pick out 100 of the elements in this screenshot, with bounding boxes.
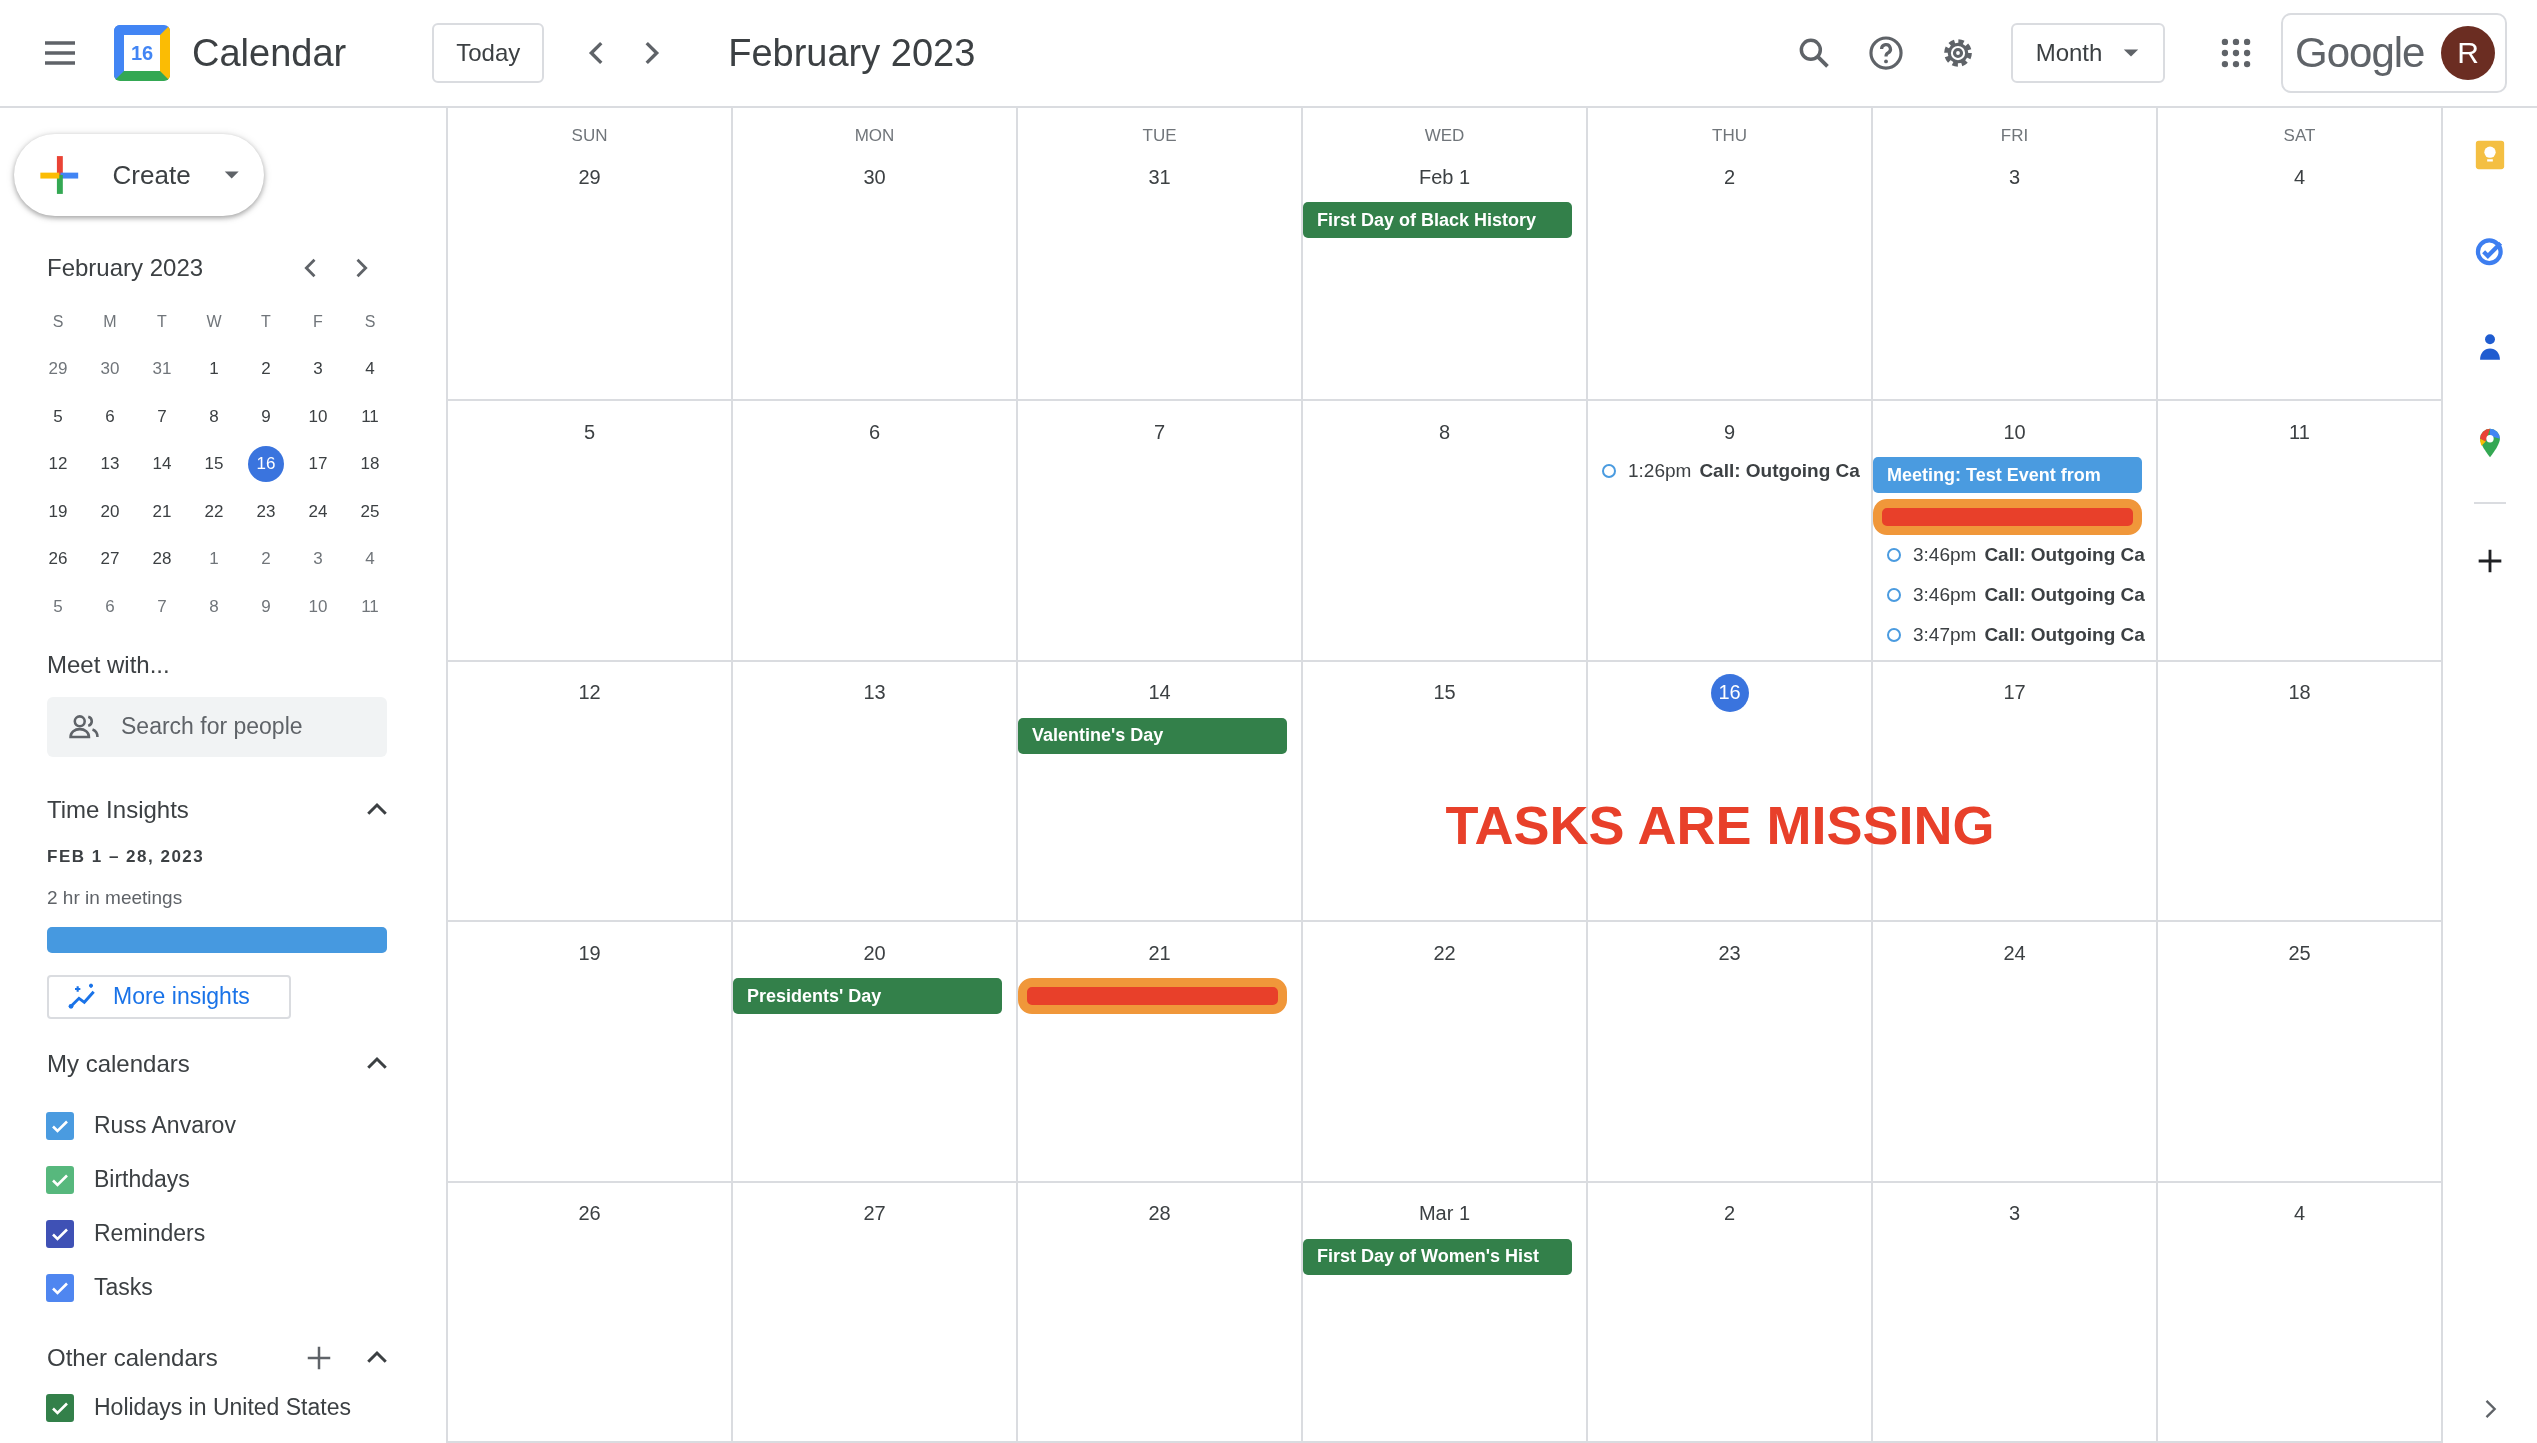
day-number[interactable]: 13 bbox=[855, 673, 894, 712]
event-chip[interactable]: First Day of Black History bbox=[1303, 202, 1572, 238]
day-number[interactable]: 15 bbox=[1425, 673, 1464, 712]
mini-calendar-day[interactable]: 7 bbox=[144, 398, 180, 435]
mini-calendar-day[interactable]: 27 bbox=[92, 541, 128, 578]
event-time[interactable]: 3:47pm bbox=[1913, 624, 1977, 646]
event-chip[interactable]: First Day of Women's Hist bbox=[1303, 1238, 1572, 1275]
calendar-checkbox[interactable] bbox=[46, 1273, 74, 1302]
mini-calendar-day[interactable]: 7 bbox=[144, 588, 180, 625]
account-avatar[interactable]: R bbox=[2441, 26, 2495, 80]
mini-calendar-day[interactable]: 11 bbox=[352, 398, 388, 435]
day-number[interactable]: 14 bbox=[1140, 673, 1179, 712]
mini-calendar-day[interactable]: 3 bbox=[300, 351, 336, 388]
view-dropdown[interactable]: Month bbox=[2011, 23, 2165, 83]
event-title[interactable]: Call: Outgoing Ca bbox=[1984, 544, 2145, 566]
mini-calendar-day[interactable]: 17 bbox=[300, 446, 336, 483]
day-number[interactable]: 25 bbox=[2280, 934, 2319, 972]
people-search-field[interactable]: Search for people bbox=[47, 696, 387, 757]
event-time[interactable]: 1:26pm bbox=[1628, 460, 1692, 482]
day-number[interactable]: 11 bbox=[2280, 413, 2319, 451]
calendar-checkbox[interactable] bbox=[46, 1393, 74, 1422]
event-chip[interactable]: Valentine's Day bbox=[1018, 717, 1287, 754]
mini-calendar-day[interactable]: 11 bbox=[352, 588, 388, 625]
day-number[interactable]: 24 bbox=[1995, 934, 2034, 972]
day-number[interactable]: 27 bbox=[855, 1194, 894, 1233]
day-number[interactable]: 2 bbox=[1710, 1194, 1749, 1233]
mini-calendar-day[interactable]: 18 bbox=[352, 446, 388, 483]
mini-calendar-day[interactable]: 1 bbox=[196, 351, 232, 388]
mini-calendar-day[interactable]: 15 bbox=[196, 446, 232, 483]
mini-calendar-day[interactable]: 20 bbox=[92, 493, 128, 530]
mini-calendar-day[interactable]: 25 bbox=[352, 493, 388, 530]
event-time[interactable]: 3:46pm bbox=[1913, 544, 1977, 566]
mini-calendar-day[interactable]: 2 bbox=[248, 351, 284, 388]
calendar-checkbox[interactable] bbox=[46, 1219, 74, 1248]
mini-calendar-day[interactable]: 6 bbox=[92, 588, 128, 625]
day-number[interactable]: 9 bbox=[1710, 413, 1749, 451]
calendar-checkbox[interactable] bbox=[46, 1165, 74, 1194]
day-number[interactable]: 18 bbox=[2280, 673, 2319, 712]
day-number[interactable]: 31 bbox=[1140, 158, 1179, 196]
create-button[interactable]: Create bbox=[14, 134, 264, 216]
mini-calendar-day[interactable]: 5 bbox=[40, 398, 76, 435]
mini-calendar-day[interactable]: 29 bbox=[40, 351, 76, 388]
day-number[interactable]: 29 bbox=[570, 158, 609, 196]
day-number[interactable]: 17 bbox=[1995, 673, 2034, 712]
calendar-checkbox[interactable] bbox=[46, 1111, 74, 1140]
day-number[interactable]: 3 bbox=[1995, 158, 2034, 196]
day-number[interactable]: 22 bbox=[1425, 934, 1464, 972]
mini-calendar-day[interactable]: 9 bbox=[248, 398, 284, 435]
event-title[interactable]: Call: Outgoing Ca bbox=[1699, 460, 1860, 482]
mini-calendar-day[interactable]: 13 bbox=[92, 446, 128, 483]
mini-calendar-day[interactable]: 19 bbox=[40, 493, 76, 530]
mini-calendar-day[interactable]: 31 bbox=[144, 351, 180, 388]
mini-calendar-day[interactable]: 22 bbox=[196, 493, 232, 530]
day-number[interactable]: 4 bbox=[2280, 158, 2319, 196]
mini-calendar-day[interactable]: 3 bbox=[300, 541, 336, 578]
day-number[interactable]: 6 bbox=[855, 413, 894, 451]
day-number[interactable]: 19 bbox=[570, 934, 609, 972]
mini-calendar-day[interactable]: 30 bbox=[92, 351, 128, 388]
day-number[interactable]: 2 bbox=[1710, 158, 1749, 196]
event-title[interactable]: Call: Outgoing Ca bbox=[1984, 624, 2145, 646]
mini-calendar-day[interactable]: 1 bbox=[196, 541, 232, 578]
mini-calendar-day[interactable]: 26 bbox=[40, 541, 76, 578]
day-number[interactable]: 28 bbox=[1140, 1194, 1179, 1233]
mini-calendar-day[interactable]: 8 bbox=[196, 398, 232, 435]
day-number[interactable]: 4 bbox=[2280, 1194, 2319, 1233]
mini-calendar-day[interactable]: 10 bbox=[300, 588, 336, 625]
day-number[interactable]: 16 bbox=[1710, 673, 1749, 712]
mini-calendar-day[interactable]: 14 bbox=[144, 446, 180, 483]
event-title[interactable]: Call: Outgoing Ca bbox=[1984, 584, 2145, 606]
event-time[interactable]: 3:46pm bbox=[1913, 584, 1977, 606]
mini-calendar-day[interactable]: 23 bbox=[248, 493, 284, 530]
mini-calendar-day[interactable]: 4 bbox=[352, 351, 388, 388]
event-chip[interactable]: Presidents' Day bbox=[733, 978, 1002, 1014]
mini-calendar-day[interactable]: 12 bbox=[40, 446, 76, 483]
mini-calendar-day[interactable]: 5 bbox=[40, 588, 76, 625]
day-number[interactable]: Mar 1 bbox=[1414, 1194, 1475, 1233]
help-icon[interactable] bbox=[1867, 34, 1905, 72]
account-box[interactable]: Google R bbox=[2281, 13, 2507, 93]
day-number[interactable]: 7 bbox=[1140, 413, 1179, 451]
mini-calendar-day[interactable]: 10 bbox=[300, 398, 336, 435]
day-number[interactable]: 20 bbox=[855, 934, 894, 972]
mini-calendar-day[interactable]: 4 bbox=[352, 541, 388, 578]
day-number[interactable]: Feb 1 bbox=[1414, 158, 1475, 196]
day-number[interactable]: 3 bbox=[1995, 1194, 2034, 1233]
mini-calendar-day[interactable]: 21 bbox=[144, 493, 180, 530]
day-number[interactable]: 21 bbox=[1140, 934, 1179, 972]
mini-calendar-day[interactable]: 8 bbox=[196, 588, 232, 625]
day-number[interactable]: 10 bbox=[1995, 413, 2034, 451]
day-number[interactable]: 8 bbox=[1425, 413, 1464, 451]
mini-calendar-day[interactable]: 2 bbox=[248, 541, 284, 578]
day-number[interactable]: 30 bbox=[855, 158, 894, 196]
day-number[interactable]: 26 bbox=[570, 1194, 609, 1233]
day-number[interactable]: 23 bbox=[1710, 934, 1749, 972]
today-button[interactable]: Today bbox=[432, 23, 545, 83]
day-number[interactable]: 12 bbox=[570, 673, 609, 712]
mini-calendar-day[interactable]: 28 bbox=[144, 541, 180, 578]
day-number[interactable]: 5 bbox=[570, 413, 609, 451]
more-insights-button[interactable]: More insights bbox=[47, 974, 291, 1019]
mini-calendar-day[interactable]: 9 bbox=[248, 588, 284, 625]
mini-calendar-day[interactable]: 6 bbox=[92, 398, 128, 435]
